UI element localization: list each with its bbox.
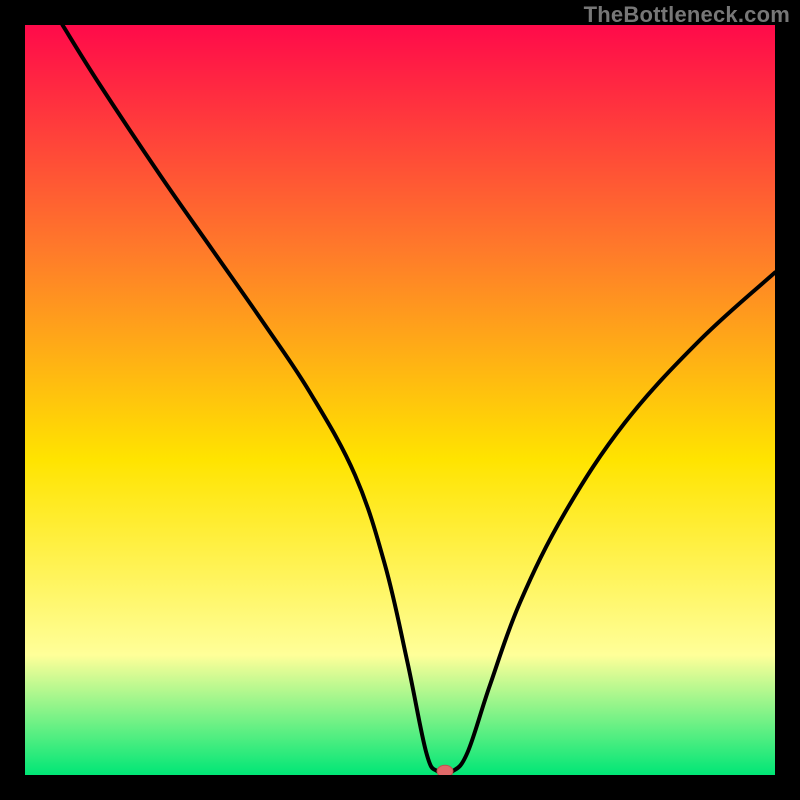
bottleneck-chart (25, 25, 775, 775)
optimum-marker (437, 765, 453, 775)
gradient-background (25, 25, 775, 775)
attribution-text: TheBottleneck.com (584, 2, 790, 28)
plot-area (25, 25, 775, 775)
outer-frame: TheBottleneck.com (0, 0, 800, 800)
